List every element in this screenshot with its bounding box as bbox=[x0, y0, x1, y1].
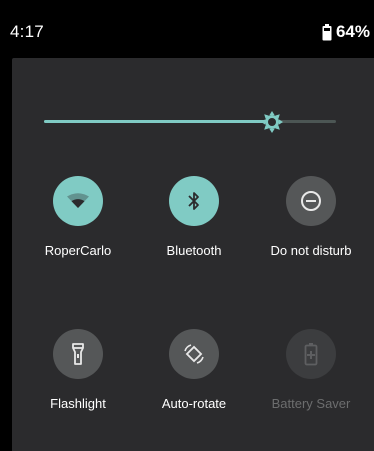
flashlight-icon bbox=[72, 343, 84, 365]
bluetooth-icon bbox=[188, 192, 199, 210]
status-bar: 4:17 64% bbox=[0, 0, 374, 58]
battery-saver-icon bbox=[304, 343, 318, 366]
tile-label-do-not-disturb: Do not disturb bbox=[270, 243, 352, 258]
battery-icon bbox=[322, 23, 332, 40]
tile-label-battery-saver: Battery Saver bbox=[271, 396, 351, 411]
tile-label-flashlight: Flashlight bbox=[50, 396, 106, 411]
auto-rotate-icon bbox=[184, 344, 204, 364]
flashlight-tile-button[interactable] bbox=[53, 329, 103, 379]
do-not-disturb-icon bbox=[301, 191, 321, 211]
brightness-icon[interactable] bbox=[261, 111, 283, 133]
battery-saver-tile-button[interactable] bbox=[286, 329, 336, 379]
tile-flashlight[interactable]: Flashlight bbox=[23, 329, 133, 411]
tile-label-wifi: RoperCarlo bbox=[44, 243, 112, 258]
tile-auto-rotate[interactable]: Auto-rotate bbox=[139, 329, 249, 411]
brightness-fill bbox=[44, 120, 272, 123]
tile-wifi[interactable]: RoperCarlo bbox=[23, 176, 133, 258]
tile-bluetooth[interactable]: Bluetooth bbox=[139, 176, 249, 258]
bluetooth-tile-button[interactable] bbox=[169, 176, 219, 226]
tile-do-not-disturb[interactable]: Do not disturb bbox=[256, 176, 366, 258]
brightness-slider[interactable] bbox=[44, 111, 336, 133]
wifi-tile-button[interactable] bbox=[53, 176, 103, 226]
auto-rotate-tile-button[interactable] bbox=[169, 329, 219, 379]
tile-battery-saver[interactable]: Battery Saver bbox=[256, 329, 366, 411]
do-not-disturb-tile-button[interactable] bbox=[286, 176, 336, 226]
wifi-icon bbox=[67, 193, 89, 208]
battery-status: 64% bbox=[322, 22, 370, 42]
battery-percent: 64% bbox=[335, 22, 370, 41]
status-time: 4:17 bbox=[10, 22, 44, 41]
tile-label-auto-rotate: Auto-rotate bbox=[161, 396, 227, 411]
tile-label-bluetooth: Bluetooth bbox=[166, 243, 222, 258]
